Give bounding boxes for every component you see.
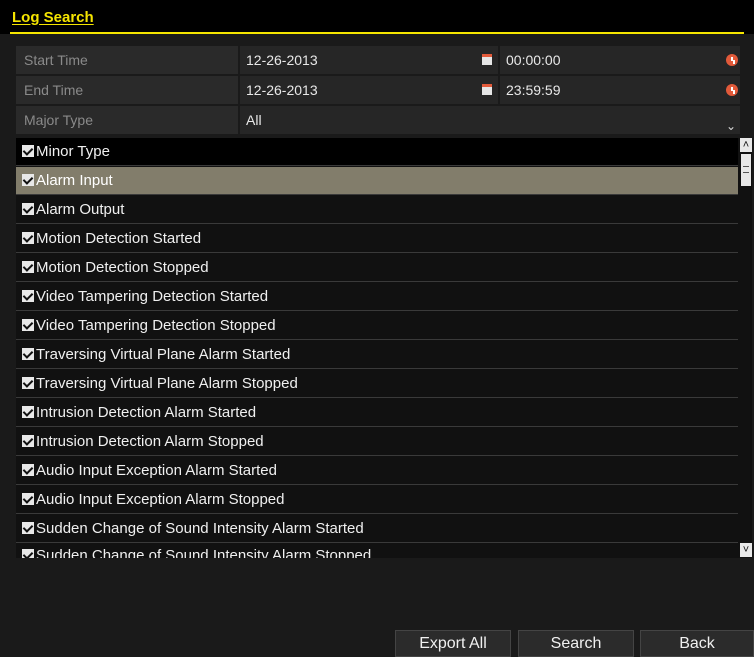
window-title: Log Search (12, 9, 94, 26)
start-date-field[interactable]: 12-26-2013 (240, 46, 498, 74)
list-item[interactable]: Audio Input Exception Alarm Stopped (16, 486, 738, 514)
end-date-field[interactable]: 12-26-2013 (240, 76, 498, 104)
checkbox-icon[interactable] (22, 348, 34, 361)
list-item[interactable]: Audio Input Exception Alarm Started (16, 457, 738, 485)
checkbox-icon[interactable] (22, 290, 34, 303)
list-item[interactable]: Motion Detection Stopped (16, 254, 738, 282)
end-time-field[interactable]: 23:59:59 (500, 76, 740, 104)
list-item[interactable]: Sudden Change of Sound Intensity Alarm S… (16, 544, 738, 558)
scroll-thumb[interactable] (741, 154, 751, 186)
start-time-field[interactable]: 00:00:00 (500, 46, 740, 74)
scroll-down-icon[interactable]: ˅ (740, 543, 752, 557)
list-item[interactable]: Sudden Change of Sound Intensity Alarm S… (16, 515, 738, 543)
list-item[interactable]: Alarm Output (16, 196, 738, 224)
search-button[interactable]: Search (518, 630, 634, 657)
checkbox-icon[interactable] (22, 549, 34, 558)
minor-type-header[interactable]: Minor Type (16, 138, 738, 166)
list-item[interactable]: Motion Detection Started (16, 225, 738, 253)
checkbox-icon[interactable] (22, 522, 34, 535)
checkbox-icon[interactable] (22, 174, 34, 187)
start-date-value: 12-26-2013 (246, 52, 318, 68)
export-all-button[interactable]: Export All (395, 630, 511, 657)
start-time-row: Start Time 12-26-2013 00:00:00 (16, 46, 740, 74)
checkbox-icon[interactable] (22, 435, 34, 448)
back-button[interactable]: Back (640, 630, 754, 657)
list-scrollbar[interactable]: ˄ ˅ (740, 138, 752, 558)
list-item-label: Intrusion Detection Alarm Stopped (36, 433, 264, 451)
list-item-label: Motion Detection Stopped (36, 259, 209, 277)
list-item-label: Audio Input Exception Alarm Stopped (36, 491, 285, 509)
title-bar: Log Search (0, 0, 754, 34)
list-item[interactable]: Intrusion Detection Alarm Started (16, 399, 738, 427)
checkbox-icon[interactable] (22, 377, 34, 390)
list-item-label: Video Tampering Detection Stopped (36, 317, 276, 335)
list-item[interactable]: Alarm Input (16, 167, 738, 195)
start-time-value: 00:00:00 (506, 52, 561, 68)
major-type-row: Major Type All ⌄ (16, 106, 740, 134)
list-item[interactable]: Video Tampering Detection Stopped (16, 312, 738, 340)
list-item-label: Traversing Virtual Plane Alarm Started (36, 346, 291, 364)
major-type-label: Major Type (16, 106, 238, 134)
clock-icon[interactable] (726, 54, 738, 66)
scroll-up-icon[interactable]: ˄ (740, 138, 752, 152)
checkbox-icon[interactable] (22, 203, 34, 216)
chevron-down-icon[interactable]: ⌄ (726, 112, 736, 140)
checkbox-icon[interactable] (22, 406, 34, 419)
start-time-label: Start Time (16, 46, 238, 74)
minor-type-list: Minor Type Alarm Input Alarm Output Moti… (16, 138, 740, 558)
list-item-label: Alarm Output (36, 201, 125, 219)
list-item[interactable]: Video Tampering Detection Started (16, 283, 738, 311)
major-type-value: All (246, 112, 262, 128)
minor-type-header-label: Minor Type (36, 143, 110, 161)
end-time-value: 23:59:59 (506, 82, 561, 98)
checkbox-icon[interactable] (22, 319, 34, 332)
major-type-select[interactable]: All ⌄ (240, 106, 740, 134)
calendar-icon[interactable] (482, 84, 492, 95)
list-item[interactable]: Traversing Virtual Plane Alarm Started (16, 341, 738, 369)
log-search-window: Log Search Start Time 12-26-2013 00:00:0… (0, 0, 754, 657)
list-item-label: Video Tampering Detection Started (36, 288, 269, 306)
title-underline (10, 32, 744, 34)
list-item-label: Motion Detection Started (36, 230, 202, 248)
list-item-label: Traversing Virtual Plane Alarm Stopped (36, 375, 298, 393)
end-time-row: End Time 12-26-2013 23:59:59 (16, 76, 740, 104)
checkbox-icon[interactable] (22, 261, 34, 274)
list-item[interactable]: Traversing Virtual Plane Alarm Stopped (16, 370, 738, 398)
checkbox-icon[interactable] (22, 464, 34, 477)
calendar-icon[interactable] (482, 54, 492, 65)
list-item[interactable]: Intrusion Detection Alarm Stopped (16, 428, 738, 456)
checkbox-icon[interactable] (22, 493, 34, 506)
checkbox-icon[interactable] (22, 232, 34, 245)
end-time-label: End Time (16, 76, 238, 104)
list-item-label: Sudden Change of Sound Intensity Alarm S… (36, 520, 364, 538)
list-item-label: Intrusion Detection Alarm Started (36, 404, 257, 422)
clock-icon[interactable] (726, 84, 738, 96)
list-item-label: Alarm Input (36, 172, 113, 190)
end-date-value: 12-26-2013 (246, 82, 318, 98)
checkbox-icon[interactable] (22, 145, 34, 158)
list-item-label: Sudden Change of Sound Intensity Alarm S… (36, 547, 372, 558)
list-item-label: Audio Input Exception Alarm Started (36, 462, 277, 480)
